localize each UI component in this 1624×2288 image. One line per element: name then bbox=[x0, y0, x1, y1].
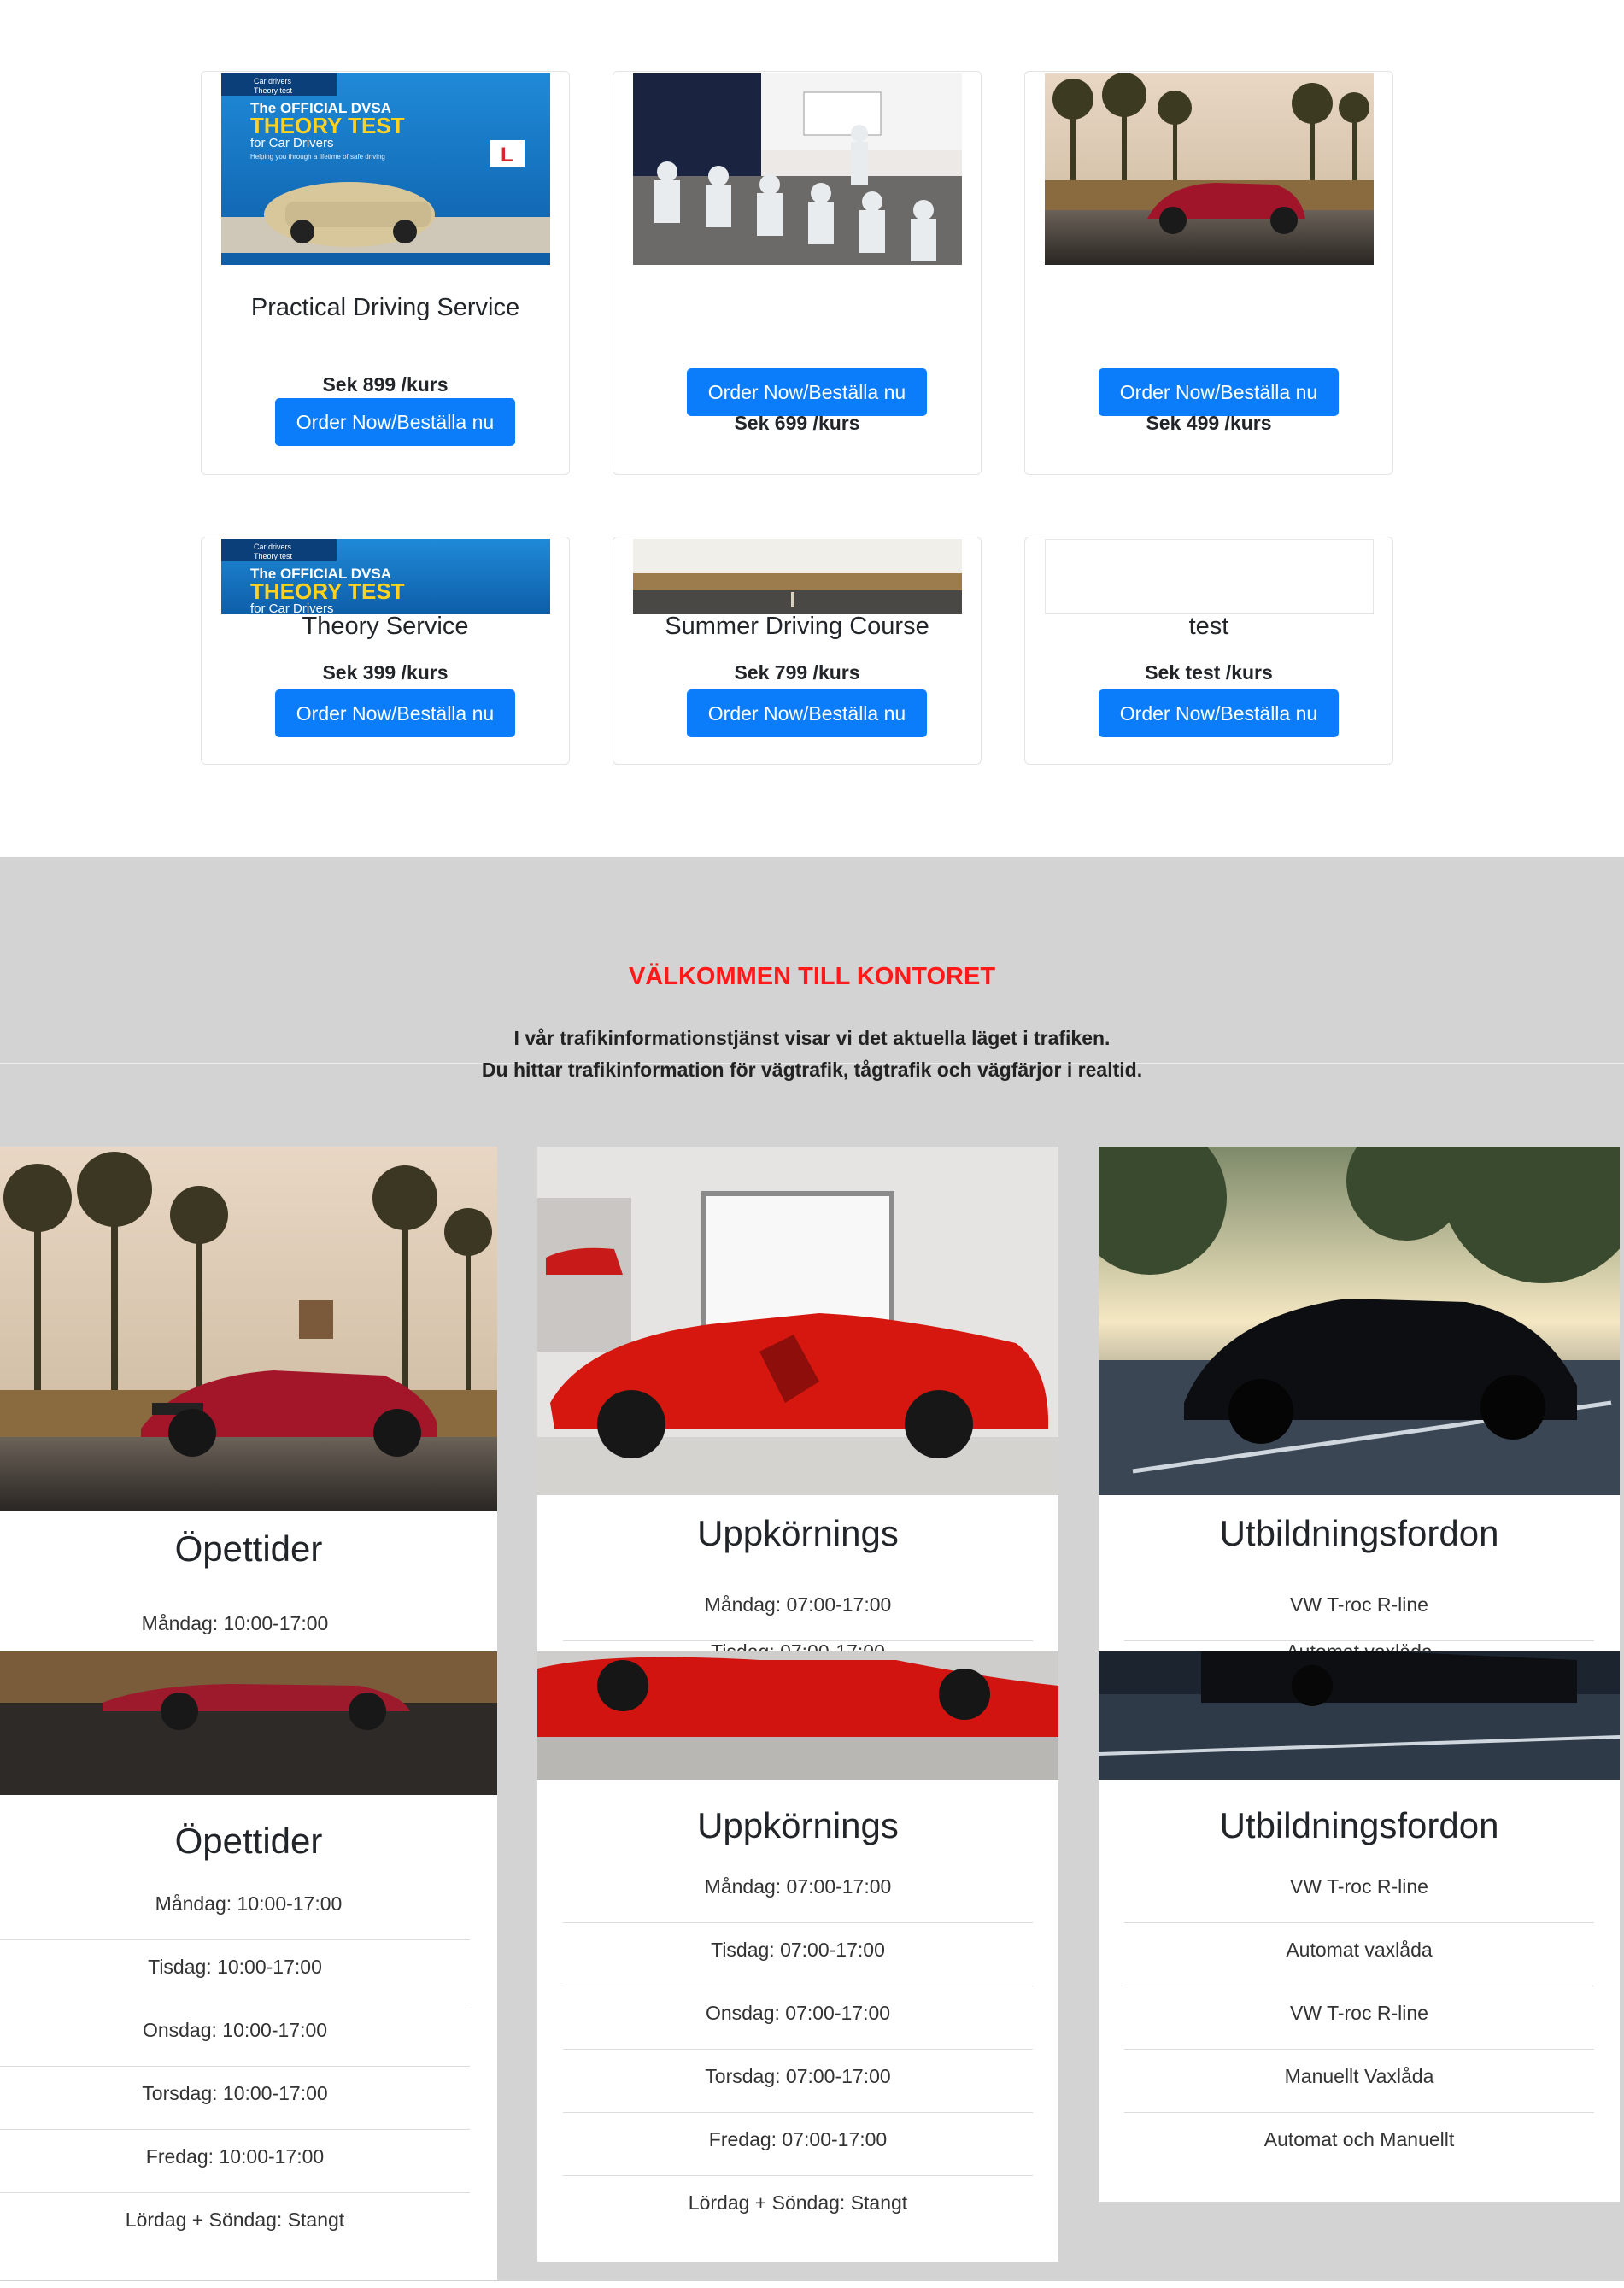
order-now-button[interactable]: Order Now/Beställa nu bbox=[275, 689, 515, 737]
divider bbox=[1124, 1640, 1594, 1641]
order-now-button[interactable]: Order Now/Beställa nu bbox=[687, 368, 927, 416]
divider bbox=[563, 1922, 1033, 1923]
course-title: Summer Driving Course bbox=[665, 613, 929, 640]
course-card: test Sek test /kurs Order Now/Beställa n… bbox=[1024, 537, 1393, 765]
vehicle-row: Manuellt Vaxlåda bbox=[1284, 2065, 1434, 2087]
course-price: Sek 799 /kurs bbox=[734, 661, 860, 683]
course-image-theory-book: Car drivers Theory test The OFFICIAL DVS… bbox=[221, 73, 550, 265]
course-price: Sek test /kurs bbox=[1145, 661, 1273, 683]
red-car-photo bbox=[0, 1147, 497, 1511]
hours-row: Tisdag: 10:00-17:00 bbox=[148, 1956, 322, 1978]
course-price: Sek 899 /kurs bbox=[322, 373, 449, 396]
office-text-line-1: I vår trafikinformationstjänst visar vi … bbox=[513, 1027, 1111, 1049]
book-tag-2: Theory test bbox=[254, 552, 293, 560]
divider bbox=[0, 2129, 470, 2130]
course-title: test bbox=[1188, 613, 1229, 640]
hours-row: Torsdag: 10:00-17:00 bbox=[142, 2082, 328, 2104]
hours-row: Lördag + Söndag: Stangt bbox=[125, 2209, 345, 2231]
black-mustang-photo bbox=[1099, 1651, 1620, 1780]
hours-row: Fredag: 07:00-17:00 bbox=[708, 2128, 888, 2150]
hours-row: Torsdag: 07:00-17:00 bbox=[705, 2065, 891, 2087]
opening-hours-panel: Öpettider Måndag: 10:00-17:00 bbox=[0, 1147, 497, 1651]
course-title: Practical Driving Service bbox=[250, 294, 520, 321]
vehicle-row: VW T-roc R-line bbox=[1290, 2002, 1428, 2024]
opening-hours-panel: Öpettider Måndag: 10:00-17:00 Tisdag: 10… bbox=[0, 1651, 497, 2280]
black-mustang-photo bbox=[1099, 1147, 1620, 1495]
hours-row: Måndag: 10:00-17:00 bbox=[141, 1612, 329, 1634]
panel-title: Uppkörnings bbox=[697, 1513, 899, 1553]
hours-row: Onsdag: 10:00-17:00 bbox=[142, 2019, 328, 2041]
red-ferrari-photo bbox=[537, 1147, 1058, 1495]
training-vehicles-panel: Utbildningsfordon VW T-roc R-line Automa… bbox=[1099, 1147, 1620, 1651]
l-plate: L bbox=[501, 144, 513, 167]
red-car-photo bbox=[0, 1651, 497, 1795]
divider bbox=[1124, 1922, 1594, 1923]
course-image-red-car bbox=[1045, 73, 1374, 265]
divider bbox=[563, 1640, 1033, 1641]
divider bbox=[563, 2175, 1033, 2176]
panel-title: Utbildningsfordon bbox=[1219, 1805, 1499, 1845]
hours-row: Fredag: 10:00-17:00 bbox=[145, 2145, 325, 2168]
book-line-3: for Car Drivers bbox=[250, 136, 334, 150]
order-now-button[interactable]: Order Now/Beställa nu bbox=[275, 398, 515, 446]
hours-row: Tisdag: 07:00-17:00 bbox=[711, 1939, 885, 1961]
hours-row: Måndag: 10:00-17:00 bbox=[155, 1892, 343, 1915]
course-image-placeholder bbox=[1045, 539, 1374, 614]
vehicle-row: Automat och Manuellt bbox=[1263, 2128, 1455, 2150]
hours-row: Lördag + Söndag: Stangt bbox=[688, 2191, 908, 2214]
course-image-road-landscape bbox=[633, 539, 962, 614]
vehicle-row: VW T-roc R-line bbox=[1290, 1875, 1428, 1898]
order-now-button[interactable]: Order Now/Beställa nu bbox=[1099, 368, 1339, 416]
divider bbox=[0, 1939, 470, 1940]
course-card: Car drivers Theory test The OFFICIAL DVS… bbox=[201, 537, 570, 765]
vehicle-row: Automat vaxlåda bbox=[1124, 1644, 1594, 1651]
office-heading: VÄLKOMMEN TILL KONTORET bbox=[628, 963, 996, 990]
course-card: Instructor course Sek 699 /kurs Order No… bbox=[613, 71, 982, 475]
vehicle-row: Automat vaxlåda bbox=[1286, 1939, 1433, 1961]
training-vehicles-panel: Utbildningsfordon VW T-roc R-line Automa… bbox=[1099, 1651, 1620, 2202]
course-image-theory-book: Car drivers Theory test The OFFICIAL DVS… bbox=[221, 539, 550, 614]
divider bbox=[0, 2066, 470, 2067]
course-title: Theory Service bbox=[302, 613, 469, 640]
panel-title: Öpettider bbox=[174, 1821, 323, 1861]
course-price: Sek 399 /kurs bbox=[322, 661, 449, 683]
hours-row: Tisdag: 07:00-17:00 bbox=[563, 1644, 1033, 1651]
book-tag-2: Theory test bbox=[254, 86, 293, 95]
hours-row: Onsdag: 07:00-17:00 bbox=[705, 2002, 891, 2024]
divider bbox=[1124, 2112, 1594, 2113]
office-text-line-2: Du hittar trafikinformation för vägtrafi… bbox=[481, 1059, 1143, 1081]
panel-title: Öpettider bbox=[174, 1528, 323, 1569]
driving-test-panel: Uppkörnings Måndag: 07:00-17:00 Tisdag: … bbox=[537, 1147, 1058, 1651]
order-now-button[interactable]: Order Now/Beställa nu bbox=[1099, 689, 1339, 737]
book-line-2: THEORY TEST bbox=[250, 113, 405, 138]
book-tag-1: Car drivers bbox=[254, 77, 292, 85]
divider bbox=[1124, 2049, 1594, 2050]
panel-title: Utbildningsfordon bbox=[1219, 1513, 1499, 1553]
vehicle-row: VW T-roc R-line bbox=[1290, 1593, 1428, 1616]
book-line-4: Helping you through a lifetime of safe d… bbox=[250, 153, 385, 161]
course-card: Summer Driving Course Sek 799 /kurs Orde… bbox=[613, 537, 982, 765]
divider bbox=[563, 2112, 1033, 2113]
course-card: Driving Test Sek 499 /kurs Order Now/Bes… bbox=[1024, 71, 1393, 475]
panel-title: Uppkörnings bbox=[697, 1805, 899, 1845]
book-tag-1: Car drivers bbox=[254, 543, 292, 551]
book-line-2: THEORY TEST bbox=[250, 578, 405, 604]
red-ferrari-photo bbox=[537, 1651, 1058, 1780]
divider bbox=[563, 2049, 1033, 2050]
hours-row: Måndag: 07:00-17:00 bbox=[704, 1875, 892, 1898]
order-now-button[interactable]: Order Now/Beställa nu bbox=[687, 689, 927, 737]
hours-row: Måndag: 07:00-17:00 bbox=[704, 1593, 892, 1616]
course-card: Car drivers Theory test The OFFICIAL DVS… bbox=[201, 71, 570, 475]
driving-test-panel: Uppkörnings Måndag: 07:00-17:00 Tisdag: … bbox=[537, 1651, 1058, 2262]
divider bbox=[0, 2192, 470, 2193]
course-image-classroom bbox=[633, 73, 962, 265]
